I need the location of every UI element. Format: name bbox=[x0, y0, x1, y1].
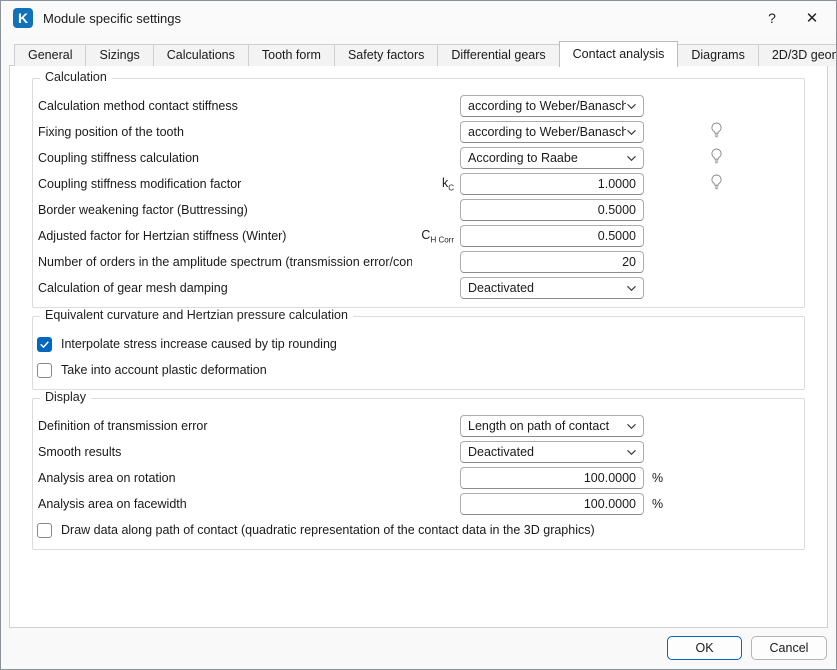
row-border-weakening: Border weakening factor (Buttressing) bbox=[38, 197, 799, 223]
tab-2d3d-geometry[interactable]: 2D/3D geometry bbox=[758, 44, 837, 66]
tab-contact-analysis[interactable]: Contact analysis bbox=[559, 41, 679, 67]
chevron-down-icon bbox=[626, 423, 637, 430]
row-transmission-error: Definition of transmission error Length … bbox=[38, 413, 799, 439]
row-label: Coupling stiffness modification factor bbox=[38, 177, 412, 191]
plastic-deformation-checkbox[interactable] bbox=[37, 363, 52, 378]
mesh-damping-select[interactable]: Deactivated bbox=[460, 277, 644, 299]
checkbox-label: Draw data along path of contact (quadrat… bbox=[61, 523, 595, 537]
row-hertzian-factor: Adjusted factor for Hertzian stiffness (… bbox=[38, 223, 799, 249]
rotation-area-input[interactable] bbox=[460, 467, 644, 489]
tab-calculations[interactable]: Calculations bbox=[153, 44, 249, 66]
chevron-down-icon bbox=[626, 155, 637, 162]
hint-lightbulb-icon[interactable] bbox=[710, 148, 723, 169]
draw-data-path-checkbox[interactable] bbox=[37, 523, 52, 538]
row-coupling-stiffness: Coupling stiffness calculation According… bbox=[38, 145, 799, 171]
row-label: Coupling stiffness calculation bbox=[38, 151, 412, 165]
dialog-footer: OK Cancel bbox=[1, 628, 836, 669]
row-draw-data-path: Draw data along path of contact (quadrat… bbox=[38, 517, 799, 543]
window-title: Module specific settings bbox=[43, 11, 752, 26]
row-label: Analysis area on rotation bbox=[38, 471, 412, 485]
symbol-ch-corr: CH Corr bbox=[412, 228, 460, 245]
title-bar: K Module specific settings ? ✕ bbox=[1, 1, 836, 35]
hint-lightbulb-icon[interactable] bbox=[710, 122, 723, 143]
hint-lightbulb-icon[interactable] bbox=[710, 174, 723, 195]
row-label: Number of orders in the amplitude spectr… bbox=[38, 255, 412, 269]
transmission-error-select[interactable]: Length on path of contact bbox=[460, 415, 644, 437]
cancel-button[interactable]: Cancel bbox=[751, 636, 827, 660]
chevron-down-icon bbox=[626, 449, 637, 456]
tab-safety-factors[interactable]: Safety factors bbox=[334, 44, 438, 66]
chevron-down-icon bbox=[626, 285, 637, 292]
contact-analysis-panel: Calculation Calculation method contact s… bbox=[9, 65, 828, 628]
row-smooth-results: Smooth results Deactivated bbox=[38, 439, 799, 465]
row-label: Calculation of gear mesh damping bbox=[38, 281, 412, 295]
group-calculation: Calculation Calculation method contact s… bbox=[32, 78, 805, 308]
calc-method-select[interactable]: according to Weber/Banaschek bbox=[460, 95, 644, 117]
orders-count-input[interactable] bbox=[460, 251, 644, 273]
group-display: Display Definition of transmission error… bbox=[32, 398, 805, 550]
hertzian-factor-input[interactable] bbox=[460, 225, 644, 247]
row-rotation-area: Analysis area on rotation % bbox=[38, 465, 799, 491]
row-orders-count: Number of orders in the amplitude spectr… bbox=[38, 249, 799, 275]
row-label: Adjusted factor for Hertzian stiffness (… bbox=[38, 229, 412, 243]
row-label: Analysis area on facewidth bbox=[38, 497, 412, 511]
kisssoft-logo-icon: K bbox=[13, 8, 33, 28]
symbol-kc: kC bbox=[412, 176, 460, 193]
tab-diagrams[interactable]: Diagrams bbox=[677, 44, 759, 66]
row-label: Fixing position of the tooth bbox=[38, 125, 412, 139]
group-equivalent-curvature: Equivalent curvature and Hertzian pressu… bbox=[32, 316, 805, 390]
coupling-stiffness-select[interactable]: According to Raabe bbox=[460, 147, 644, 169]
row-calc-method: Calculation method contact stiffness acc… bbox=[38, 93, 799, 119]
smooth-results-select[interactable]: Deactivated bbox=[460, 441, 644, 463]
tab-sizings[interactable]: Sizings bbox=[85, 44, 153, 66]
row-plastic-deformation: Take into account plastic deformation bbox=[38, 357, 799, 383]
row-label: Definition of transmission error bbox=[38, 419, 412, 433]
interpolate-stress-checkbox[interactable] bbox=[37, 337, 52, 352]
row-label: Border weakening factor (Buttressing) bbox=[38, 203, 412, 217]
module-specific-settings-dialog: K Module specific settings ? ✕ General S… bbox=[0, 0, 837, 670]
group-calculation-title: Calculation bbox=[40, 70, 112, 84]
row-facewidth-area: Analysis area on facewidth % bbox=[38, 491, 799, 517]
tab-bar: General Sizings Calculations Tooth form … bbox=[14, 40, 826, 66]
row-mesh-damping: Calculation of gear mesh damping Deactiv… bbox=[38, 275, 799, 301]
row-fixing-position: Fixing position of the tooth according t… bbox=[38, 119, 799, 145]
row-label: Calculation method contact stiffness bbox=[38, 99, 412, 113]
group-equivalent-title: Equivalent curvature and Hertzian pressu… bbox=[40, 308, 353, 322]
unit-label: % bbox=[644, 471, 799, 485]
close-button[interactable]: ✕ bbox=[792, 3, 832, 33]
checkbox-label: Interpolate stress increase caused by ti… bbox=[61, 337, 337, 351]
tab-differential-gears[interactable]: Differential gears bbox=[437, 44, 559, 66]
border-weakening-input[interactable] bbox=[460, 199, 644, 221]
chevron-down-icon bbox=[626, 129, 637, 136]
help-button[interactable]: ? bbox=[752, 3, 792, 33]
group-display-title: Display bbox=[40, 390, 91, 404]
fixing-position-select[interactable]: according to Weber/Banaschek bbox=[460, 121, 644, 143]
row-label: Smooth results bbox=[38, 445, 412, 459]
tab-tooth-form[interactable]: Tooth form bbox=[248, 44, 335, 66]
row-interpolate-stress: Interpolate stress increase caused by ti… bbox=[38, 331, 799, 357]
row-coupling-factor: Coupling stiffness modification factor k… bbox=[38, 171, 799, 197]
ok-button[interactable]: OK bbox=[667, 636, 742, 660]
unit-label: % bbox=[644, 497, 799, 511]
coupling-factor-input[interactable] bbox=[460, 173, 644, 195]
tab-general[interactable]: General bbox=[14, 44, 86, 66]
checkbox-label: Take into account plastic deformation bbox=[61, 363, 267, 377]
facewidth-area-input[interactable] bbox=[460, 493, 644, 515]
chevron-down-icon bbox=[626, 103, 637, 110]
